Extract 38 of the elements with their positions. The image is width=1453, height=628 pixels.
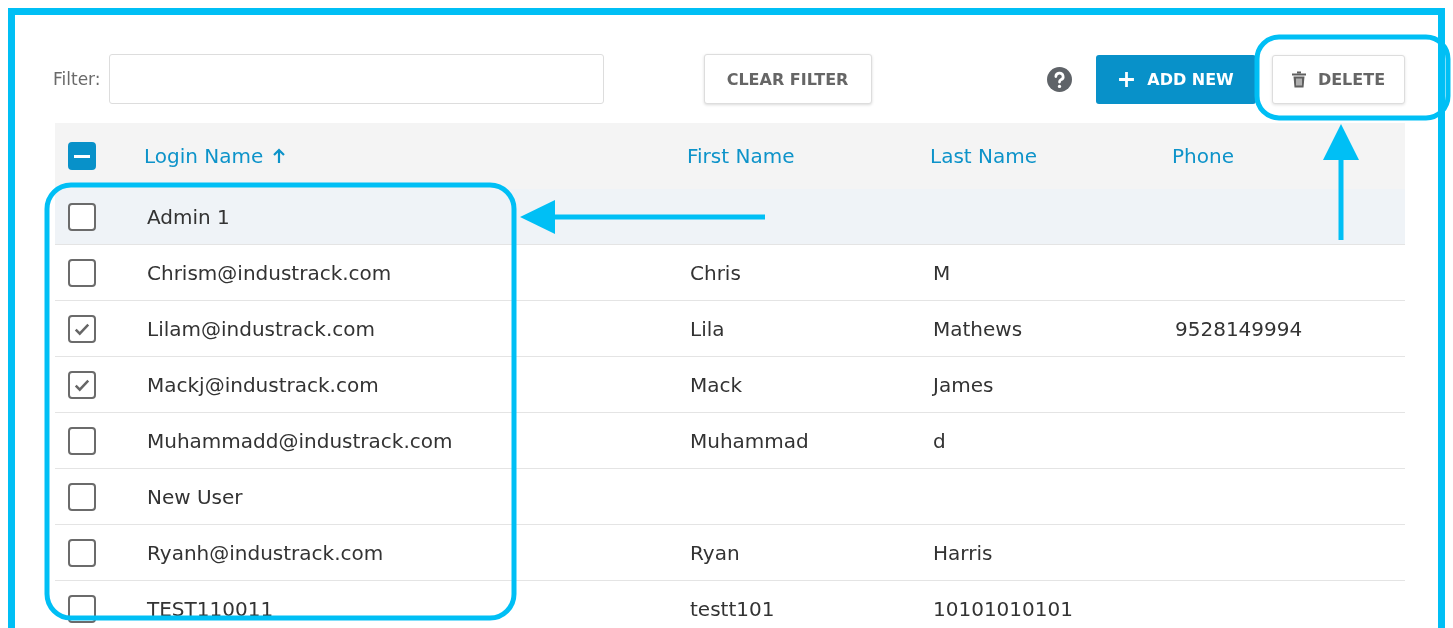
table-cell: Lilam@industrack.com xyxy=(147,316,375,341)
row-checkbox[interactable] xyxy=(68,370,96,399)
table-cell: Muhammadd@industrack.com xyxy=(147,428,453,453)
table-cell: d xyxy=(933,428,946,453)
help-icon[interactable] xyxy=(1047,66,1072,92)
table-cell: 9528149994 xyxy=(1175,316,1303,341)
filter-field[interactable] xyxy=(108,54,604,104)
row-checkbox[interactable] xyxy=(68,482,96,511)
row-checkbox[interactable] xyxy=(68,258,96,287)
table-cell: Admin 1 xyxy=(147,204,230,229)
table-cell: New User xyxy=(147,484,243,509)
table-cell: Ryanh@industrack.com xyxy=(147,540,384,565)
add-new-button[interactable]: ADD NEW xyxy=(1096,54,1256,104)
row-checkbox[interactable] xyxy=(68,314,96,343)
plus-icon xyxy=(1118,70,1136,88)
row-checkbox[interactable] xyxy=(68,426,96,455)
clear-filter-button[interactable]: CLEAR FILTER xyxy=(703,54,872,104)
row-checkbox[interactable] xyxy=(68,202,96,231)
table-cell: M xyxy=(933,260,951,285)
trash-icon xyxy=(1291,70,1306,88)
table-cell: testt101 xyxy=(690,596,775,621)
table-cell: Mackj@industrack.com xyxy=(147,372,379,397)
table-cell: Mathews xyxy=(933,316,1023,341)
table-cell: Chrism@industrack.com xyxy=(147,260,392,285)
table-cell: 10101010101 xyxy=(933,596,1073,621)
table-cell: Mack xyxy=(690,372,743,397)
table-cell: Harris xyxy=(933,540,993,565)
table-cell: James xyxy=(933,372,994,397)
table-cell: TEST110011 xyxy=(147,596,274,621)
table-cell: Lila xyxy=(690,316,725,341)
filter-label: Filter: xyxy=(53,69,101,89)
select-all-checkbox[interactable] xyxy=(68,142,96,170)
table-cell: Chris xyxy=(690,260,741,285)
delete-button[interactable]: DELETE xyxy=(1272,54,1405,104)
row-checkbox[interactable] xyxy=(68,538,96,567)
table-row[interactable]: Admin 1 xyxy=(55,189,1405,245)
table-cell: Muhammad xyxy=(690,428,809,453)
table-cell: Ryan xyxy=(690,540,740,565)
